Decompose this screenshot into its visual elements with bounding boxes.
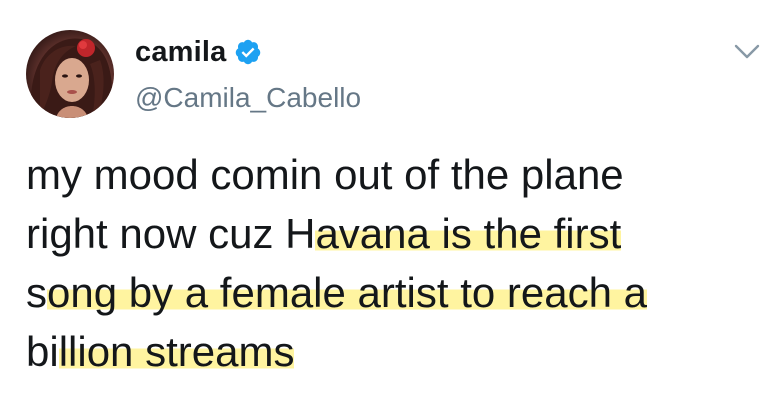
tweet-text: my mood comin out of the plane right now… xyxy=(26,145,761,381)
display-name[interactable]: camila xyxy=(135,36,227,68)
chevron-down-icon[interactable] xyxy=(734,44,760,60)
user-handle[interactable]: @Camila_Cabello xyxy=(135,82,361,114)
tweet-line-text: s xyxy=(26,269,47,316)
tweet-line: my mood comin out of the plane xyxy=(26,145,761,204)
tweet-line-text: bi xyxy=(26,328,59,375)
avatar[interactable] xyxy=(26,30,114,118)
highlighted-text: ong by a female artist to reach a xyxy=(47,269,647,316)
name-row: camila xyxy=(135,36,262,68)
tweet-line-text: right now cuz H xyxy=(26,210,316,257)
tweet-line: right now cuz Havana is the first xyxy=(26,204,761,263)
tweet-line: billion streams xyxy=(26,322,761,381)
tweet-card: camila @Camila_Cabello my mood comin out… xyxy=(0,0,773,402)
tweet-line: song by a female artist to reach a xyxy=(26,263,761,322)
highlighted-text: avana is the first xyxy=(315,210,622,257)
avatar-photo xyxy=(30,38,113,118)
verified-badge-icon xyxy=(234,38,262,66)
highlighted-text: llion streams xyxy=(58,328,295,375)
tweet-line-text: my mood comin out of the plane xyxy=(26,151,624,198)
